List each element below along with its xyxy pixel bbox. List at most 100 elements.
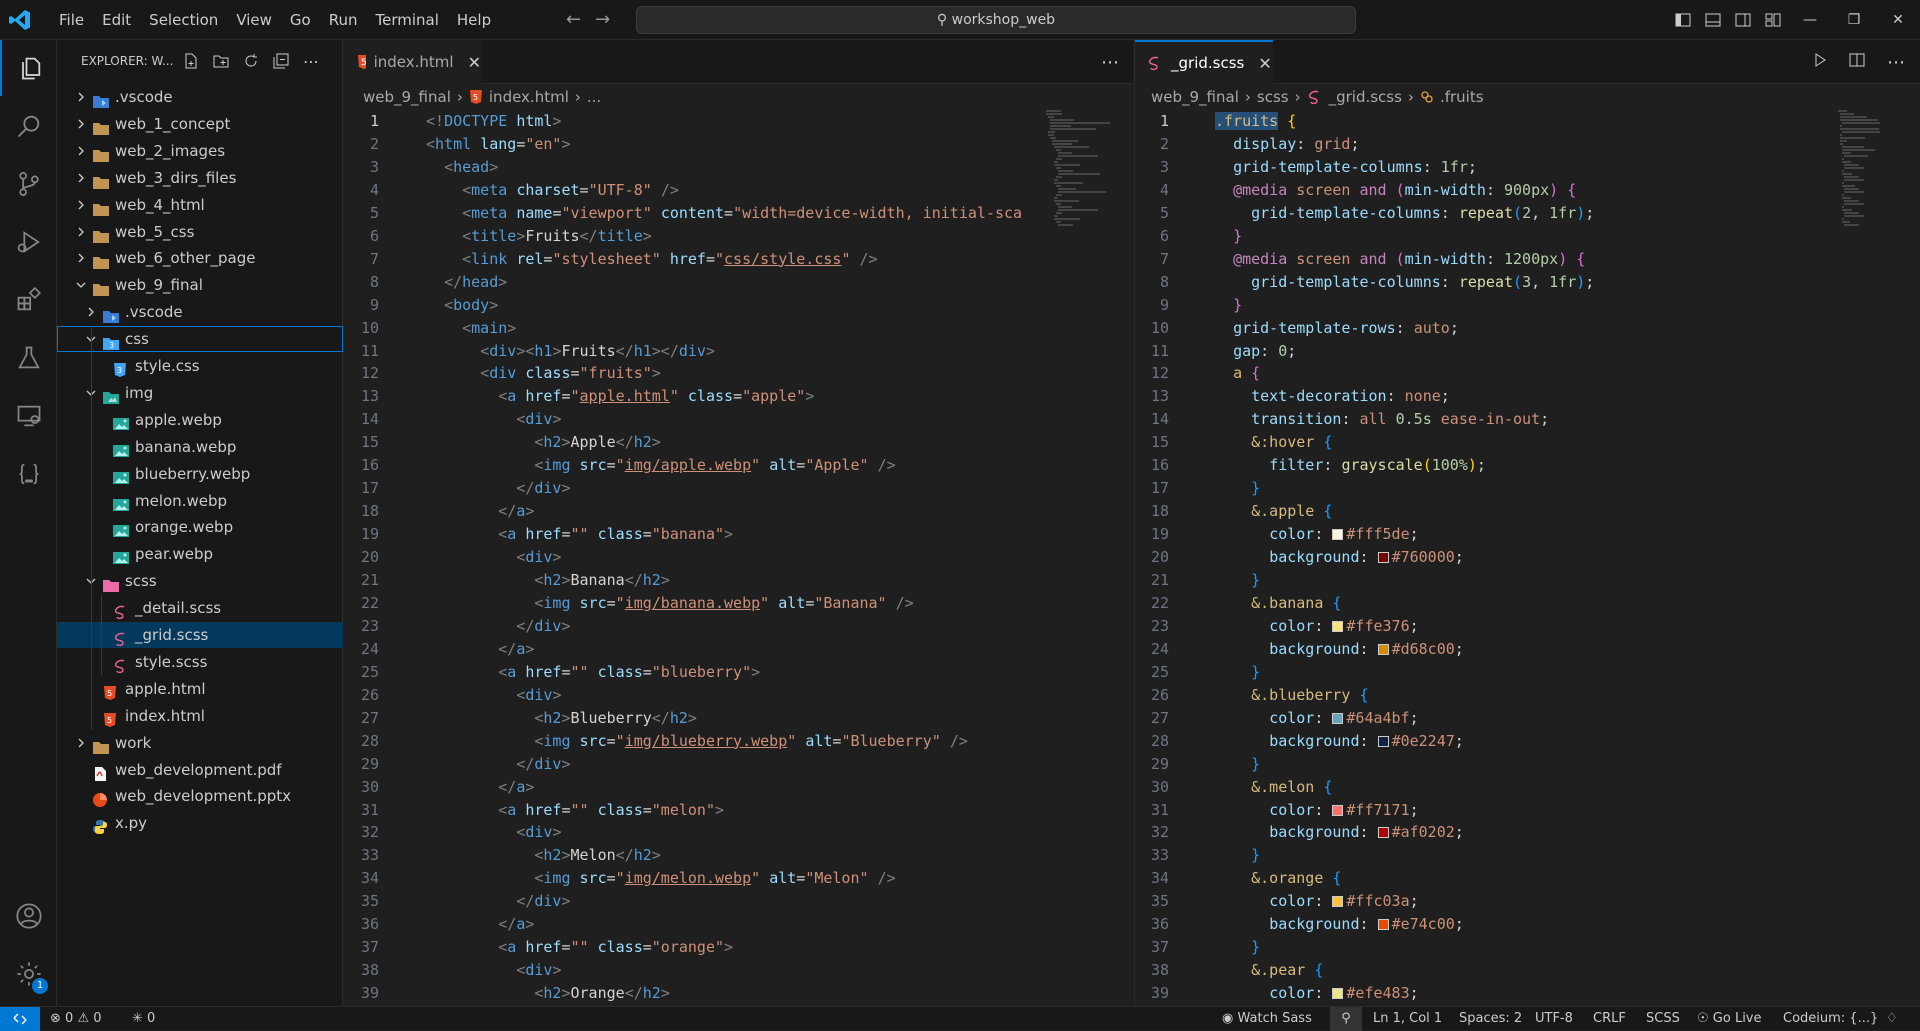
tree-item[interactable]: banana.webp — [57, 434, 343, 460]
color-swatch[interactable] — [1332, 804, 1344, 816]
minimap[interactable] — [1838, 110, 1914, 230]
command-center-search[interactable]: ⚲ workshop_web — [636, 6, 1356, 34]
chevron-right-icon[interactable] — [73, 84, 89, 110]
chevron-right-icon[interactable] — [73, 730, 89, 756]
tree-item[interactable]: work — [57, 730, 343, 756]
more-actions-icon[interactable]: ⋯ — [1101, 52, 1119, 73]
menu-item-view[interactable]: View — [227, 0, 281, 40]
chevron-right-icon[interactable] — [73, 165, 89, 191]
menu-item-file[interactable]: File — [50, 0, 93, 40]
tree-item[interactable]: img — [57, 380, 343, 406]
tree-item[interactable]: web_development.pptx — [57, 783, 343, 809]
language-mode[interactable]: SCSS — [1646, 1007, 1680, 1031]
minimap[interactable] — [1046, 110, 1122, 230]
toggle-secondary-sidebar-icon[interactable] — [1733, 0, 1753, 40]
breadcrumb-item[interactable]: index.html — [489, 88, 569, 106]
code-area[interactable]: 1 <!DOCTYPE html> 2 <html lang="en"> 3 <head… — [343, 110, 1043, 1006]
close-tab-icon[interactable]: ✕ — [468, 53, 481, 72]
tree-item[interactable]: blueberry.webp — [57, 461, 343, 487]
code-area[interactable]: 1 .fruits {2 display: grid; 3 grid-templat… — [1135, 110, 1835, 1006]
tree-item[interactable]: _detail.scss — [57, 595, 343, 621]
toggle-panel-icon[interactable] — [1703, 0, 1723, 40]
color-swatch[interactable] — [1332, 988, 1344, 1000]
close-tab-icon[interactable]: ✕ — [1258, 54, 1271, 73]
tab-grid-scss[interactable]: _grid.scss ✕ — [1135, 40, 1273, 84]
tree-item[interactable]: web_3_dirs_files — [57, 165, 343, 191]
chevron-right-icon[interactable] — [73, 219, 89, 245]
color-swatch[interactable] — [1377, 827, 1389, 839]
menu-item-terminal[interactable]: Terminal — [367, 0, 448, 40]
tree-item[interactable]: 5 apple.html — [57, 676, 343, 702]
chevron-right-icon[interactable] — [73, 111, 89, 137]
chevron-down-icon[interactable] — [73, 272, 89, 298]
tree-item[interactable]: orange.webp — [57, 514, 343, 540]
ports-status[interactable]: ✳ 0 — [132, 1007, 155, 1031]
breadcrumb-item[interactable]: web_9_final — [363, 88, 451, 106]
menu-item-help[interactable]: Help — [448, 0, 500, 40]
json-braces-icon[interactable] — [0, 446, 57, 502]
color-swatch[interactable] — [1332, 712, 1344, 724]
breadcrumb-item[interactable]: ... — [587, 88, 601, 106]
toggle-primary-sidebar-icon[interactable] — [1673, 0, 1693, 40]
testing-icon[interactable] — [0, 330, 57, 386]
tree-item[interactable]: web_6_other_page — [57, 245, 343, 271]
color-swatch[interactable] — [1377, 919, 1389, 931]
collapse-all-icon[interactable] — [270, 50, 292, 72]
tree-item[interactable]: web_2_images — [57, 138, 343, 164]
notifications-bell-icon[interactable]: ♢ — [1886, 1007, 1898, 1031]
tab-index-html[interactable]: 5 index.html ✕ — [343, 40, 481, 84]
breadcrumb-item[interactable]: scss — [1257, 88, 1289, 106]
settings-gear-icon[interactable]: 1 — [0, 946, 57, 1002]
tree-item[interactable]: .vscode — [57, 299, 343, 325]
refresh-icon[interactable] — [240, 50, 262, 72]
explorer-icon[interactable] — [0, 40, 57, 96]
tree-item[interactable]: 3 style.css — [57, 353, 343, 379]
tree-item[interactable]: x.py — [57, 810, 343, 836]
tree-item[interactable]: web_5_css — [57, 219, 343, 245]
close-window-icon[interactable]: ✕ — [1876, 0, 1920, 40]
cursor-position[interactable]: Ln 1, Col 1 — [1373, 1007, 1442, 1031]
run-debug-icon[interactable] — [0, 214, 57, 270]
tree-item[interactable]: web_1_concept — [57, 111, 343, 137]
color-swatch[interactable] — [1377, 735, 1389, 747]
watch-sass-status[interactable]: ◉ Watch Sass — [1222, 1007, 1312, 1031]
menu-item-selection[interactable]: Selection — [140, 0, 227, 40]
chevron-right-icon[interactable] — [83, 299, 99, 325]
chevron-right-icon[interactable] — [73, 245, 89, 271]
account-icon[interactable] — [0, 888, 57, 944]
more-actions-icon[interactable]: ⋯ — [1887, 52, 1905, 73]
tree-item[interactable]: web_4_html — [57, 192, 343, 218]
new-file-icon[interactable] — [180, 50, 202, 72]
tree-item[interactable]: _grid.scss — [57, 622, 343, 648]
go-live-button[interactable]: ☉ Go Live — [1697, 1007, 1762, 1031]
encoding[interactable]: UTF-8 — [1535, 1007, 1573, 1031]
restore-icon[interactable]: ❐ — [1832, 0, 1876, 40]
color-swatch[interactable] — [1377, 552, 1389, 564]
tree-item[interactable]: style.scss — [57, 649, 343, 675]
breadcrumb-item[interactable]: .fruits — [1440, 88, 1484, 106]
source-control-icon[interactable] — [0, 156, 57, 212]
tree-item[interactable]: pear.webp — [57, 541, 343, 567]
chevron-right-icon[interactable] — [73, 138, 89, 164]
more-actions-icon[interactable]: ⋯ — [300, 50, 322, 72]
tree-item[interactable]: 5 index.html — [57, 703, 343, 729]
color-swatch[interactable] — [1377, 643, 1389, 655]
zoom-icon[interactable]: ⚲ — [1330, 1007, 1362, 1031]
tree-item[interactable]: web_9_final — [57, 272, 343, 298]
breadcrumb-item[interactable]: web_9_final — [1151, 88, 1239, 106]
menu-item-edit[interactable]: Edit — [93, 0, 140, 40]
chevron-right-icon[interactable] — [73, 192, 89, 218]
indentation[interactable]: Spaces: 2 — [1459, 1007, 1522, 1031]
tree-item[interactable]: web_development.pdf — [57, 757, 343, 783]
search-view-icon[interactable] — [0, 98, 57, 154]
split-editor-icon[interactable] — [1849, 52, 1865, 72]
tree-item[interactable]: 3 css — [57, 326, 343, 353]
color-swatch[interactable] — [1332, 896, 1344, 908]
minimize-icon[interactable]: — — [1788, 0, 1832, 40]
menu-item-go[interactable]: Go — [281, 0, 320, 40]
color-swatch[interactable] — [1332, 529, 1344, 541]
extensions-icon[interactable] — [0, 272, 57, 328]
tree-item[interactable]: apple.webp — [57, 407, 343, 433]
run-icon[interactable] — [1813, 53, 1827, 71]
codeium-status[interactable]: Codeium: {...} — [1783, 1007, 1878, 1031]
